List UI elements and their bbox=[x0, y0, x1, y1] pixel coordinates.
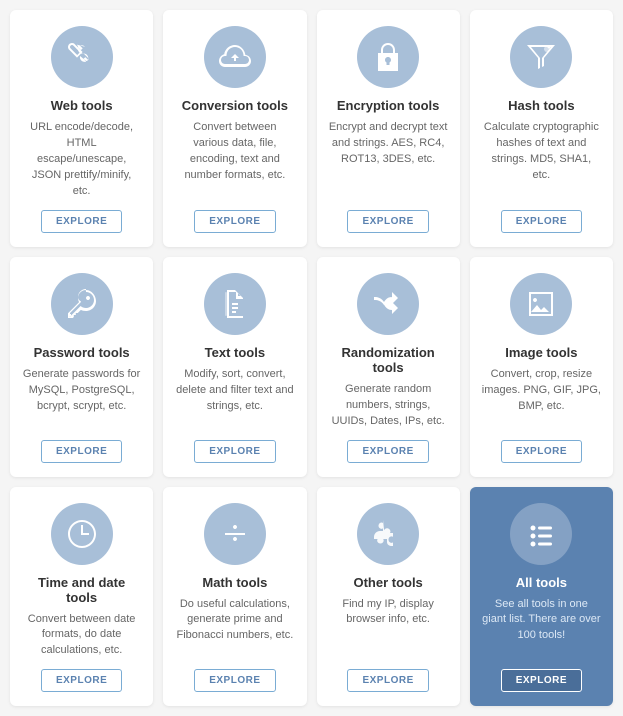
card-title: Text tools bbox=[205, 345, 265, 360]
card-title: Encryption tools bbox=[337, 98, 440, 113]
image-icon bbox=[510, 273, 572, 335]
card-web-tools: Web tools URL encode/decode, HTML escape… bbox=[10, 10, 153, 247]
list-icon bbox=[510, 503, 572, 565]
card-desc: Generate random numbers, strings, UUIDs,… bbox=[329, 382, 448, 430]
card-title: Math tools bbox=[202, 575, 267, 590]
card-time-tools: Time and date tools Convert between date… bbox=[10, 487, 153, 707]
card-text-tools: Text tools Modify, sort, convert, delete… bbox=[163, 257, 306, 477]
card-title: Randomization tools bbox=[329, 345, 448, 375]
explore-button[interactable]: EXPLORE bbox=[347, 669, 428, 692]
card-hash-tools: Hash tools Calculate cryptographic hashe… bbox=[470, 10, 613, 247]
explore-button[interactable]: EXPLORE bbox=[194, 669, 275, 692]
card-password-tools: Password tools Generate passwords for My… bbox=[10, 257, 153, 477]
card-title: Web tools bbox=[51, 98, 113, 113]
card-desc: Modify, sort, convert, delete and filter… bbox=[175, 367, 294, 430]
filter-icon bbox=[510, 26, 572, 88]
card-conversion-tools: Conversion tools Convert between various… bbox=[163, 10, 306, 247]
puzzle-icon bbox=[357, 503, 419, 565]
card-desc: Convert between date formats, do date ca… bbox=[22, 612, 141, 660]
card-title: All tools bbox=[516, 575, 567, 590]
explore-button[interactable]: EXPLORE bbox=[347, 440, 428, 463]
divide-icon bbox=[204, 503, 266, 565]
explore-button[interactable]: EXPLORE bbox=[41, 669, 122, 692]
card-image-tools: Image tools Convert, crop, resize images… bbox=[470, 257, 613, 477]
card-desc: See all tools in one giant list. There a… bbox=[482, 597, 601, 660]
card-desc: URL encode/decode, HTML escape/unescape,… bbox=[22, 120, 141, 200]
clock-icon bbox=[51, 503, 113, 565]
card-desc: Generate passwords for MySQL, PostgreSQL… bbox=[22, 367, 141, 430]
card-desc: Encrypt and decrypt text and strings. AE… bbox=[329, 120, 448, 200]
card-all-tools: All tools See all tools in one giant lis… bbox=[470, 487, 613, 707]
card-desc: Calculate cryptographic hashes of text a… bbox=[482, 120, 601, 200]
card-title: Conversion tools bbox=[182, 98, 288, 113]
card-randomization-tools: Randomization tools Generate random numb… bbox=[317, 257, 460, 477]
cloud-sync-icon bbox=[204, 26, 266, 88]
card-title: Other tools bbox=[353, 575, 422, 590]
key-icon bbox=[51, 273, 113, 335]
explore-button[interactable]: EXPLORE bbox=[347, 210, 428, 233]
wrench-icon bbox=[51, 26, 113, 88]
card-title: Hash tools bbox=[508, 98, 574, 113]
explore-button[interactable]: EXPLORE bbox=[501, 440, 582, 463]
card-encryption-tools: Encryption tools Encrypt and decrypt tex… bbox=[317, 10, 460, 247]
shuffle-icon bbox=[357, 273, 419, 335]
card-other-tools: Other tools Find my IP, display browser … bbox=[317, 487, 460, 707]
card-desc: Do useful calculations, generate prime a… bbox=[175, 597, 294, 660]
card-desc: Find my IP, display browser info, etc. bbox=[329, 597, 448, 660]
explore-button[interactable]: EXPLORE bbox=[41, 440, 122, 463]
card-desc: Convert between various data, file, enco… bbox=[175, 120, 294, 200]
card-title: Time and date tools bbox=[22, 575, 141, 605]
explore-button[interactable]: EXPLORE bbox=[194, 440, 275, 463]
tools-grid: Web tools URL encode/decode, HTML escape… bbox=[10, 10, 613, 706]
card-title: Password tools bbox=[34, 345, 130, 360]
card-title: Image tools bbox=[505, 345, 577, 360]
lock-icon bbox=[357, 26, 419, 88]
explore-button[interactable]: EXPLORE bbox=[41, 210, 122, 233]
card-math-tools: Math tools Do useful calculations, gener… bbox=[163, 487, 306, 707]
explore-button[interactable]: EXPLORE bbox=[501, 669, 582, 692]
explore-button[interactable]: EXPLORE bbox=[501, 210, 582, 233]
explore-button[interactable]: EXPLORE bbox=[194, 210, 275, 233]
document-icon bbox=[204, 273, 266, 335]
card-desc: Convert, crop, resize images. PNG, GIF, … bbox=[482, 367, 601, 430]
